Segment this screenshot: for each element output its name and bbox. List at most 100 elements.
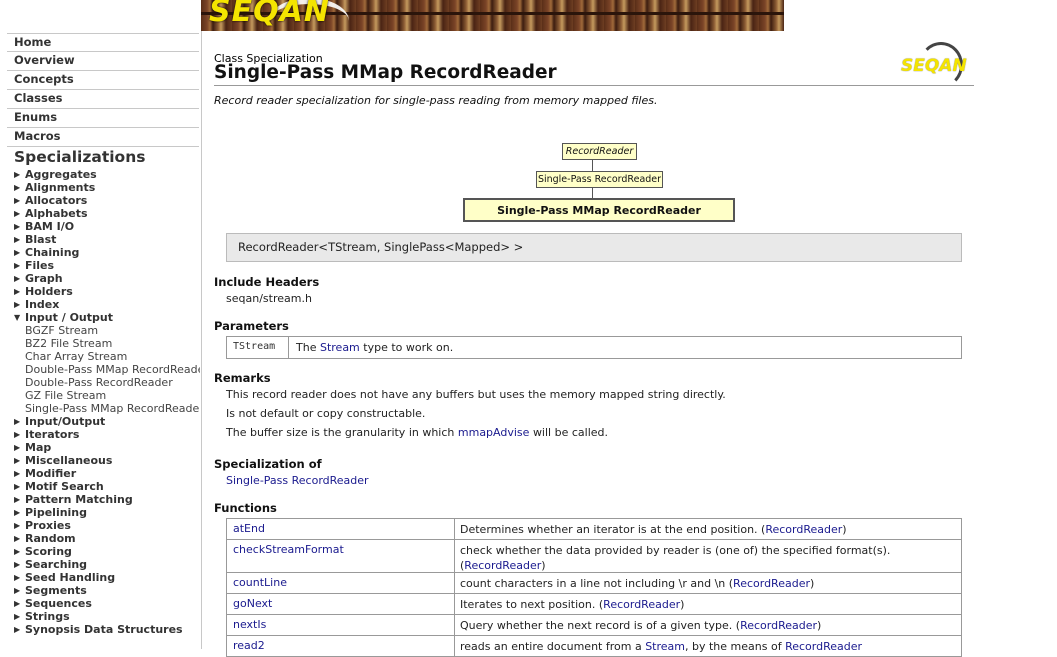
triangle-right-icon[interactable]: ▶ [14,207,24,220]
hierarchy-mid-box[interactable]: Single-Pass RecordReader [536,171,663,188]
triangle-right-icon[interactable]: ▶ [14,233,24,246]
triangle-right-icon[interactable]: ▶ [14,285,24,298]
tree-group-item[interactable]: ▶ Miscellaneous [14,454,201,467]
nav-classes-link[interactable]: Classes [7,90,199,109]
function-name-link[interactable]: countLine [233,576,287,589]
nav-overview-link[interactable]: Overview [7,52,199,71]
tree-group-item[interactable]: ▶ Random [14,532,201,545]
tree-child-item[interactable]: GZ File Stream [14,389,200,402]
tree-child-item[interactable]: Double-Pass RecordReader [14,376,200,389]
triangle-right-icon[interactable]: ▶ [14,441,24,454]
triangle-right-icon[interactable]: ▶ [14,272,24,285]
nav-enums-link[interactable]: Enums [7,109,199,128]
hierarchy-base-box[interactable]: RecordReader [562,143,637,160]
tree-group-item[interactable]: ▶ Blast [14,233,201,246]
tree-group-item[interactable]: ▶ Iterators [14,428,201,441]
function-row: atEnd Determines whether an iterator is a… [227,519,961,540]
triangle-right-icon[interactable]: ▶ [14,558,24,571]
tree-group-item[interactable]: ▶ Holders [14,285,201,298]
tree-child-item[interactable]: Double-Pass MMap RecordReader [14,363,200,376]
function-name-link[interactable]: checkStreamFormat [233,543,344,556]
triangle-right-icon[interactable]: ▶ [14,181,24,194]
triangle-right-icon[interactable]: ▶ [14,623,24,636]
triangle-right-icon[interactable]: ▶ [14,493,24,506]
function-name-link[interactable]: atEnd [233,522,265,535]
triangle-right-icon[interactable]: ▶ [14,220,24,233]
triangle-down-icon[interactable]: ▼ [14,311,24,324]
triangle-right-icon[interactable]: ▶ [14,168,24,181]
triangle-right-icon[interactable]: ▶ [14,259,24,272]
tree-group-item[interactable]: ▶ Aggregates [14,168,201,181]
tree-group-item[interactable]: ▶ Strings [14,610,201,623]
stream-link[interactable]: Stream [320,341,360,354]
tree-group-item[interactable]: ▶ Graph [14,272,201,285]
function-description: check whether the data provided by reade… [460,544,891,572]
tree-group-item[interactable]: ▶ Sequences [14,597,201,610]
tree-group-item[interactable]: ▶ Scoring [14,545,201,558]
tree-group-item[interactable]: ▶ Input/Output [14,415,201,428]
tree-group-item[interactable]: ▶ Motif Search [14,480,201,493]
tree-group-item[interactable]: ▶ Allocators [14,194,201,207]
function-name-link[interactable]: read2 [233,639,265,652]
triangle-right-icon[interactable]: ▶ [14,519,24,532]
nav-concepts-link[interactable]: Concepts [7,71,199,90]
triangle-right-icon[interactable]: ▶ [14,506,24,519]
tree-group-label: Alignments [25,181,96,194]
tree-group-item[interactable]: ▶ Map [14,441,201,454]
tree-group-item[interactable]: ▶ Pattern Matching [14,493,201,506]
tree-group-item[interactable]: ▼ Input / Output [14,311,201,324]
tree-group-item[interactable]: ▶ Proxies [14,519,201,532]
triangle-right-icon[interactable]: ▶ [14,584,24,597]
tree-group-item[interactable]: ▶ Modifier [14,467,201,480]
tree-group-label: Allocators [25,194,88,207]
triangle-right-icon[interactable]: ▶ [14,480,24,493]
triangle-right-icon[interactable]: ▶ [14,246,24,259]
function-ref-link[interactable]: RecordReader [733,577,810,590]
function-ref-link[interactable]: RecordReader [603,598,680,611]
tree-group-item[interactable]: ▶ Searching [14,558,201,571]
triangle-right-icon[interactable]: ▶ [14,610,24,623]
tree-group-item[interactable]: ▶ Synopsis Data Structures [14,623,201,636]
triangle-right-icon[interactable]: ▶ [14,545,24,558]
tree-group-item[interactable]: ▶ Index [14,298,201,311]
function-name-link[interactable]: nextIs [233,618,266,631]
tree-child-item[interactable]: BZ2 File Stream [14,337,200,350]
function-ref-link[interactable]: RecordReader [785,640,862,653]
triangle-right-icon[interactable]: ▶ [14,428,24,441]
tree-group-item[interactable]: ▶ Alphabets [14,207,201,220]
tree-group-item[interactable]: ▶ Segments [14,584,201,597]
triangle-right-icon[interactable]: ▶ [14,194,24,207]
triangle-right-icon[interactable]: ▶ [14,467,24,480]
param-desc-post: type to work on. [363,341,454,354]
triangle-right-icon[interactable]: ▶ [14,532,24,545]
function-ref-link[interactable]: RecordReader [464,559,541,572]
seqan-logo[interactable]: SEQAN [901,40,973,88]
tree-child-item[interactable]: Single-Pass MMap RecordReader [14,402,200,415]
tree-group-label: Holders [25,285,73,298]
tree-group-label: Graph [25,272,63,285]
function-ref-link[interactable]: RecordReader [740,619,817,632]
nav-home-link[interactable]: Home [7,33,199,52]
param-desc-pre: The [296,341,317,354]
function-name-link[interactable]: goNext [233,597,272,610]
tree-group-item[interactable]: ▶ Files [14,259,201,272]
single-pass-recordreader-link[interactable]: Single-Pass RecordReader [226,474,369,487]
tree-group-item[interactable]: ▶ Alignments [14,181,201,194]
tree-child-item[interactable]: Char Array Stream [14,350,200,363]
tree-group-item[interactable]: ▶ Seed Handling [14,571,201,584]
tree-group-label: BAM I/O [25,220,75,233]
tree-group-item[interactable]: ▶ Chaining [14,246,201,259]
triangle-right-icon[interactable]: ▶ [14,454,24,467]
mmapadvise-link[interactable]: mmapAdvise [458,426,530,439]
tree-child-item[interactable]: BGZF Stream [14,324,200,337]
triangle-right-icon[interactable]: ▶ [14,415,24,428]
tree-group-item[interactable]: ▶ Pipelining [14,506,201,519]
nav-macros-link[interactable]: Macros [7,128,199,147]
triangle-right-icon[interactable]: ▶ [14,571,24,584]
function-ref-link[interactable]: RecordReader [765,523,842,536]
triangle-right-icon[interactable]: ▶ [14,298,24,311]
function-desc-link[interactable]: Stream [645,640,685,653]
column-separator [454,573,455,593]
triangle-right-icon[interactable]: ▶ [14,597,24,610]
tree-group-item[interactable]: ▶ BAM I/O [14,220,201,233]
